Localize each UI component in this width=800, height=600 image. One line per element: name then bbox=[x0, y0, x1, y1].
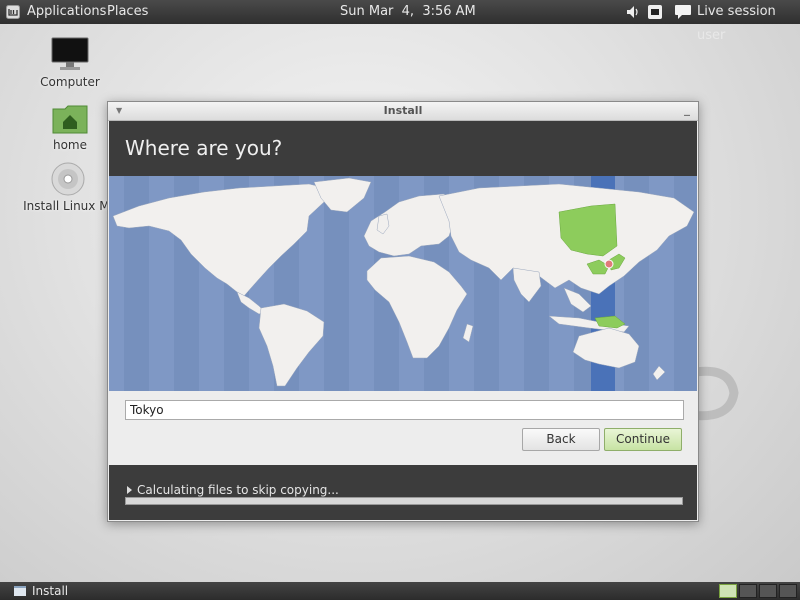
window-titlebar[interactable]: ▼ Install _ bbox=[108, 102, 698, 121]
progress-bar bbox=[125, 497, 683, 505]
network-icon[interactable] bbox=[647, 4, 663, 20]
monitor-icon bbox=[51, 37, 89, 70]
window-icon bbox=[14, 586, 26, 596]
workspace-2[interactable] bbox=[739, 584, 757, 598]
progress-label: Calculating files to skip copying... bbox=[137, 483, 339, 497]
chat-icon[interactable] bbox=[674, 4, 692, 20]
desktop-icon-computer[interactable]: Computer bbox=[38, 36, 102, 89]
top-panel: Applications Places Sun Mar 4, 3:56 AM L… bbox=[0, 0, 800, 43]
timezone-city-input[interactable] bbox=[125, 400, 684, 420]
taskbar-item-install[interactable]: Install bbox=[8, 583, 128, 599]
desktop-icon-home[interactable]: home bbox=[38, 103, 102, 152]
cd-icon bbox=[51, 162, 85, 196]
page-title: Where are you? bbox=[125, 136, 283, 160]
window-title: Install bbox=[383, 104, 423, 117]
continue-button[interactable]: Continue bbox=[604, 428, 682, 451]
user-menu[interactable]: Live session user bbox=[697, 0, 800, 48]
progress-section: Calculating files to skip copying... bbox=[109, 465, 697, 520]
desktop-icon-label: home bbox=[52, 138, 88, 152]
window-menu-icon[interactable]: ▼ bbox=[116, 102, 122, 120]
desktop-icon-label: Install Linux Mi bbox=[23, 199, 113, 213]
minimize-icon[interactable]: _ bbox=[684, 100, 690, 118]
workspace-3[interactable] bbox=[759, 584, 777, 598]
install-window: ▼ Install _ Where are you? Tokyo Back Co… bbox=[107, 101, 699, 522]
home-folder-icon bbox=[52, 105, 88, 134]
applications-menu[interactable]: Applications bbox=[27, 0, 106, 24]
desktop-icon-install[interactable]: Install Linux Mi bbox=[18, 162, 118, 213]
expander-arrow-icon[interactable] bbox=[127, 486, 132, 494]
taskbar-item-label: Install bbox=[32, 584, 69, 598]
volume-icon[interactable] bbox=[626, 5, 640, 19]
back-button[interactable]: Back bbox=[522, 428, 600, 451]
clock[interactable]: Sun Mar 4, 3:56 AM bbox=[340, 0, 476, 24]
city-marker bbox=[604, 259, 614, 269]
workspace-1[interactable] bbox=[719, 584, 737, 598]
places-menu[interactable]: Places bbox=[107, 0, 148, 24]
desktop-icon-label: Computer bbox=[40, 75, 100, 89]
page-header: Where are you? bbox=[109, 121, 697, 176]
mint-logo-icon[interactable] bbox=[6, 5, 20, 19]
timezone-map[interactable] bbox=[109, 176, 697, 391]
bottom-panel: Install bbox=[0, 582, 800, 600]
workspace-4[interactable] bbox=[779, 584, 797, 598]
